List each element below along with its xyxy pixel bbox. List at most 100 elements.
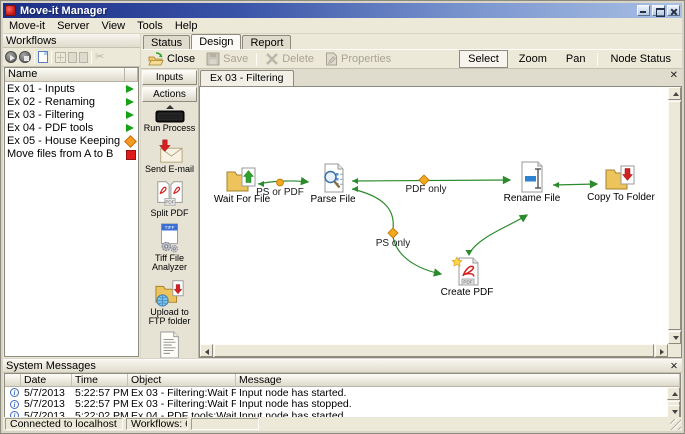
scroll-up-button[interactable]: [668, 87, 681, 100]
delete-node-button: Delete: [261, 51, 318, 67]
column-header-message[interactable]: Message: [236, 374, 680, 387]
node-create-pdf[interactable]: PDF Create PDF: [432, 255, 502, 298]
send-email-icon: [154, 138, 186, 164]
workflow-status-icon: [124, 84, 136, 94]
properties-button: Properties: [321, 51, 395, 67]
info-icon: i: [10, 388, 19, 397]
node-parse-file[interactable]: Parse File: [298, 162, 368, 205]
app-icon[interactable]: [5, 5, 16, 16]
svg-text:TIFF: TIFF: [164, 225, 174, 230]
workflow-properties-icon: [55, 52, 66, 63]
toolbar-separator: [256, 53, 257, 66]
column-header-status[interactable]: [125, 68, 138, 82]
column-header-icon[interactable]: [5, 374, 21, 387]
message-row[interactable]: i 5/7/2013 5:22:57 PM Ex 03 - Filtering:…: [5, 387, 680, 399]
horizontal-scroll-thumb[interactable]: [214, 344, 654, 357]
workflow-row[interactable]: Ex 04 - PDF tools: [5, 121, 138, 134]
condition-dot-ps-or-pdf[interactable]: [277, 179, 284, 186]
menu-server[interactable]: Server: [51, 19, 95, 33]
minimize-button[interactable]: [637, 5, 650, 16]
workflow-status-icon: [124, 97, 136, 107]
column-header-object[interactable]: Object: [128, 374, 236, 387]
save-workflow-button: Save: [202, 51, 252, 67]
close-window-button[interactable]: [667, 5, 680, 16]
workflow-row[interactable]: Ex 05 - House Keeping: [5, 134, 138, 147]
workflow-canvas[interactable]: PS or PDF PDF only PS only Wait For File: [199, 86, 682, 358]
upload-ftp-icon: [154, 277, 186, 307]
start-workflow-icon[interactable]: [5, 51, 17, 63]
properties-page-icon: [325, 52, 338, 66]
palette-group-inputs[interactable]: Inputs: [142, 70, 197, 85]
column-header-time[interactable]: Time: [72, 374, 128, 387]
edge-parse-to-rename[interactable]: [352, 180, 510, 181]
resize-grip-icon[interactable]: [670, 419, 681, 430]
flow-edges: [200, 87, 652, 333]
workflow-row[interactable]: Ex 01 - Inputs: [5, 82, 138, 95]
node-palette: Inputs Actions Run Process: [141, 69, 199, 358]
canvas-tab-ex03[interactable]: Ex 03 - Filtering: [200, 70, 294, 86]
workflows-panel: Workflows ✂ Name Ex 01 - Inputs Ex 02 - …: [3, 34, 140, 358]
tab-report[interactable]: Report: [242, 35, 291, 49]
canvas-vertical-scrollbar[interactable]: [668, 87, 681, 344]
workflow-list: Name Ex 01 - Inputs Ex 02 - Renaming Ex …: [4, 67, 139, 357]
workflow-row[interactable]: Move files from A to B: [5, 147, 138, 160]
menu-help[interactable]: Help: [169, 19, 204, 33]
stop-workflow-icon[interactable]: [19, 51, 31, 63]
select-mode-button[interactable]: Select: [459, 50, 508, 68]
scroll-up-button[interactable]: [667, 387, 680, 400]
tab-design[interactable]: Design: [191, 34, 241, 49]
title-bar[interactable]: Move-it Manager: [3, 3, 682, 18]
palette-scroll-up-icon[interactable]: [166, 105, 174, 109]
zoom-mode-button[interactable]: Zoom: [511, 51, 555, 67]
menu-tools[interactable]: Tools: [131, 19, 169, 33]
workflow-row[interactable]: Ex 03 - Filtering: [5, 108, 138, 121]
pan-mode-button[interactable]: Pan: [558, 51, 594, 67]
column-header-name[interactable]: Name: [5, 68, 125, 82]
wait-for-file-icon: [226, 164, 258, 194]
scroll-right-button[interactable]: [655, 344, 668, 357]
scroll-down-button[interactable]: [668, 331, 681, 344]
tiff-analyzer-icon: TIFF: [154, 223, 186, 253]
palette-item-send-email[interactable]: Send E-mail: [141, 138, 198, 175]
condition-diamond-ps-only[interactable]: [388, 228, 398, 238]
column-header-date[interactable]: Date: [21, 374, 72, 387]
workflow-status-icon: [124, 123, 136, 133]
copy-workflow-icon: [68, 52, 77, 63]
menu-move-it[interactable]: Move-it: [3, 19, 51, 33]
menu-view[interactable]: View: [95, 19, 131, 33]
palette-group-actions[interactable]: Actions: [142, 87, 197, 102]
new-workflow-icon[interactable]: [38, 51, 48, 63]
system-messages-close-icon[interactable]: ✕: [670, 361, 678, 372]
node-copy-to-folder[interactable]: Copy To Folder: [586, 162, 656, 203]
node-rename-file[interactable]: Rename File: [497, 161, 567, 204]
split-pdf-icon: PDF: [154, 178, 186, 208]
canvas-horizontal-scrollbar[interactable]: [200, 344, 668, 357]
palette-item-split-pdf[interactable]: PDF Split PDF: [141, 178, 198, 219]
palette-item-xml-parser[interactable]: XML Parser: [141, 331, 198, 359]
palette-item-run-process[interactable]: Run Process: [141, 110, 198, 134]
workflow-status-icon: [124, 149, 136, 159]
node-wait-for-file[interactable]: Wait For File: [207, 164, 277, 205]
rename-file-icon: [516, 161, 548, 193]
edge-createpdf-to-rename[interactable]: [469, 215, 527, 254]
close-workflow-button[interactable]: Close: [144, 51, 199, 67]
maximize-button[interactable]: [652, 5, 665, 16]
workflow-row[interactable]: Ex 02 - Renaming: [5, 95, 138, 108]
palette-item-upload-ftp[interactable]: Upload to FTP folder: [141, 277, 198, 327]
canvas-tab-close-icon[interactable]: ✕: [670, 70, 678, 82]
node-status-button[interactable]: Node Status: [602, 51, 679, 67]
app-window: { "window": { "title": "Move-it Manager"…: [0, 0, 685, 434]
scroll-left-button[interactable]: [200, 344, 213, 357]
message-row[interactable]: i 5/7/2013 5:22:57 PM Ex 03 - Filtering:…: [5, 399, 680, 411]
toolbar-separator: [34, 51, 35, 64]
toolbar-separator: [51, 51, 52, 64]
xml-parser-icon: [157, 331, 183, 359]
tab-status[interactable]: Status: [143, 35, 190, 49]
vertical-scroll-thumb[interactable]: [668, 101, 681, 330]
connection-status: Connected to localhost: [5, 418, 123, 430]
messages-vertical-scrollbar[interactable]: [667, 387, 680, 418]
palette-item-tiff-analyzer[interactable]: TIFF Tiff File Analyzer: [141, 223, 198, 273]
toolbar-separator: [91, 51, 92, 64]
run-process-icon: [155, 110, 185, 123]
paste-workflow-icon: [79, 52, 88, 63]
